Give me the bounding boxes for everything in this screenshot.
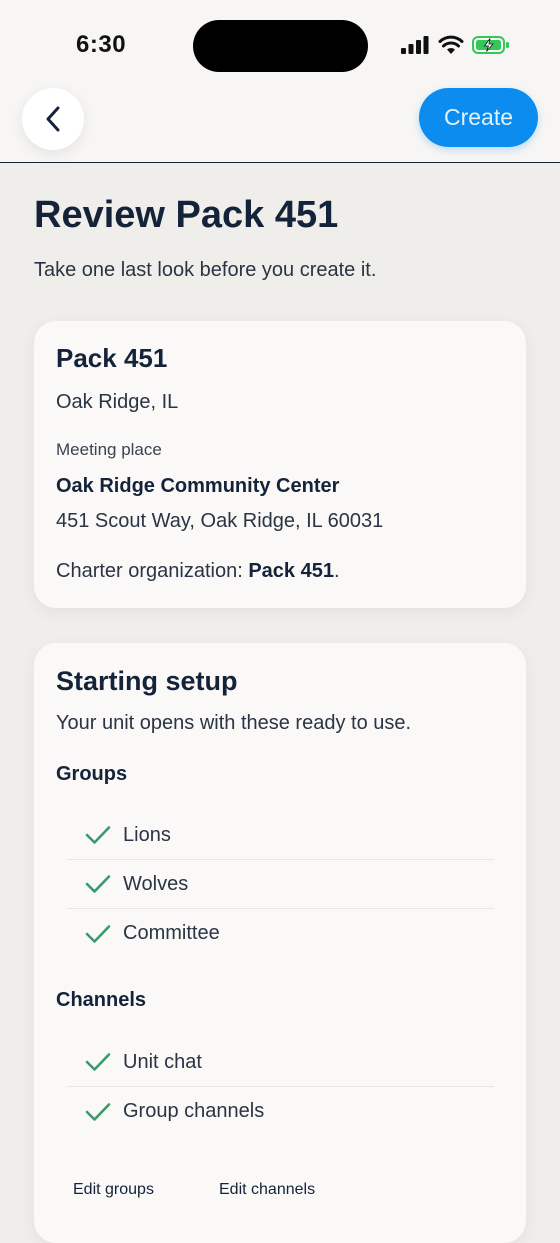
chevron-left-icon xyxy=(46,106,60,132)
unit-info-card: Pack 451 Oak Ridge, IL Meeting place Oak… xyxy=(34,321,526,608)
cellular-signal-icon xyxy=(401,36,429,54)
status-bar: 6:30 xyxy=(0,0,560,86)
list-item: Group channels xyxy=(67,1087,494,1136)
list-item: Unit chat xyxy=(67,1038,494,1087)
unit-location: Oak Ridge, IL xyxy=(56,391,179,413)
meeting-place-label: Meeting place xyxy=(56,440,162,459)
meeting-place-address: 451 Scout Way, Oak Ridge, IL 60031 xyxy=(56,510,384,532)
dynamic-island xyxy=(193,20,368,72)
groups-label: Groups xyxy=(56,763,128,785)
check-icon xyxy=(81,1101,115,1123)
channels-list: Unit chat Group channels xyxy=(67,1038,494,1136)
page-title: Review Pack 451 xyxy=(34,194,339,236)
status-icons xyxy=(400,33,510,57)
charter-org-name: Pack 451 xyxy=(248,560,334,582)
group-label: Lions xyxy=(123,823,171,846)
groups-list: Lions Wolves Committee xyxy=(67,811,494,958)
meeting-place-name: Oak Ridge Community Center xyxy=(56,475,340,497)
setup-description: Your unit opens with these ready to use. xyxy=(56,712,412,734)
list-item: Lions xyxy=(67,811,494,860)
list-item: Wolves xyxy=(67,860,494,909)
check-icon xyxy=(81,873,115,895)
channel-label: Unit chat xyxy=(123,1050,202,1073)
group-label: Wolves xyxy=(123,872,189,895)
edit-groups-button[interactable]: Edit groups xyxy=(73,1181,154,1199)
list-item: Committee xyxy=(67,909,494,958)
channels-label: Channels xyxy=(56,989,147,1011)
wifi-icon xyxy=(438,35,464,54)
page-subtitle: Take one last look before you create it. xyxy=(34,259,377,281)
battery-charging-icon xyxy=(472,36,509,54)
check-icon xyxy=(81,1051,115,1073)
check-icon xyxy=(81,824,115,846)
charter-suffix: . xyxy=(333,560,340,582)
unit-name: Pack 451 xyxy=(56,343,168,373)
create-button[interactable]: Create xyxy=(419,88,538,147)
group-label: Committee xyxy=(123,922,220,944)
status-time: 6:30 xyxy=(76,31,127,58)
back-button[interactable] xyxy=(22,88,84,150)
setup-title: Starting setup xyxy=(56,666,238,696)
nav-bar: Create xyxy=(0,86,560,163)
check-icon xyxy=(81,923,115,945)
edit-channels-button[interactable]: Edit channels xyxy=(219,1181,315,1199)
charter-organization: Charter organization: Pack 451. xyxy=(56,560,340,583)
starting-setup-card: Starting setup Your unit opens with thes… xyxy=(34,643,526,1243)
charter-prefix: Charter organization: xyxy=(56,560,249,582)
channel-label: Group channels xyxy=(123,1100,265,1122)
